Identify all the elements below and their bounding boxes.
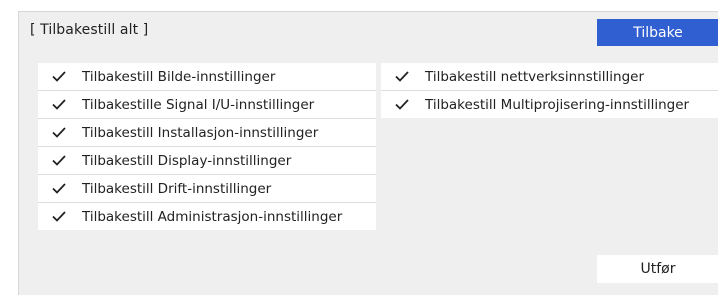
reset-option-label: Tilbakestill nettverksinnstillinger — [425, 68, 645, 85]
reset-option-item[interactable]: Tilbakestill Multiprojisering-innstillin… — [381, 91, 718, 118]
checkmark-icon — [52, 155, 82, 166]
checkmark-icon — [52, 99, 82, 110]
reset-option-label: Tilbakestill Installasjon-innstillinger — [82, 124, 319, 141]
reset-option-label: Tilbakestill Bilde-innstillinger — [82, 68, 276, 85]
reset-option-label: Tilbakestill Display-innstillinger — [82, 152, 292, 169]
reset-options-list-left: Tilbakestill Bilde-innstillinger Tilbake… — [38, 63, 376, 230]
reset-option-item[interactable]: Tilbakestill nettverksinnstillinger — [381, 63, 718, 91]
checkmark-icon — [52, 127, 82, 138]
reset-option-item[interactable]: Tilbakestill Installasjon-innstillinger — [38, 119, 376, 147]
reset-option-label: Tilbakestill Administrasjon-innstillinge… — [82, 208, 343, 225]
reset-option-item[interactable]: Tilbakestill Display-innstillinger — [38, 147, 376, 175]
dialog-title: [ Tilbakestill alt ] — [30, 22, 149, 38]
checkmark-icon — [52, 183, 82, 194]
checkmark-icon — [395, 99, 425, 110]
reset-option-item[interactable]: Tilbakestill Administrasjon-innstillinge… — [38, 203, 376, 230]
execute-button[interactable]: Utfør — [597, 255, 718, 283]
reset-option-label: Tilbakestill Multiprojisering-innstillin… — [425, 96, 690, 113]
reset-option-item[interactable]: Tilbakestill Drift-innstillinger — [38, 175, 376, 203]
reset-option-label: Tilbakestille Signal I/U-innstillinger — [82, 96, 315, 113]
reset-options-list-right: Tilbakestill nettverksinnstillinger Tilb… — [381, 63, 718, 118]
checkmark-icon — [52, 211, 82, 222]
reset-option-label: Tilbakestill Drift-innstillinger — [82, 180, 272, 197]
back-button[interactable]: Tilbake — [597, 19, 718, 46]
reset-all-dialog: [ Tilbakestill alt ] Tilbake Tilbakestil… — [18, 11, 718, 295]
checkmark-icon — [395, 71, 425, 82]
reset-option-item[interactable]: Tilbakestille Signal I/U-innstillinger — [38, 91, 376, 119]
checkmark-icon — [52, 71, 82, 82]
reset-option-item[interactable]: Tilbakestill Bilde-innstillinger — [38, 63, 376, 91]
